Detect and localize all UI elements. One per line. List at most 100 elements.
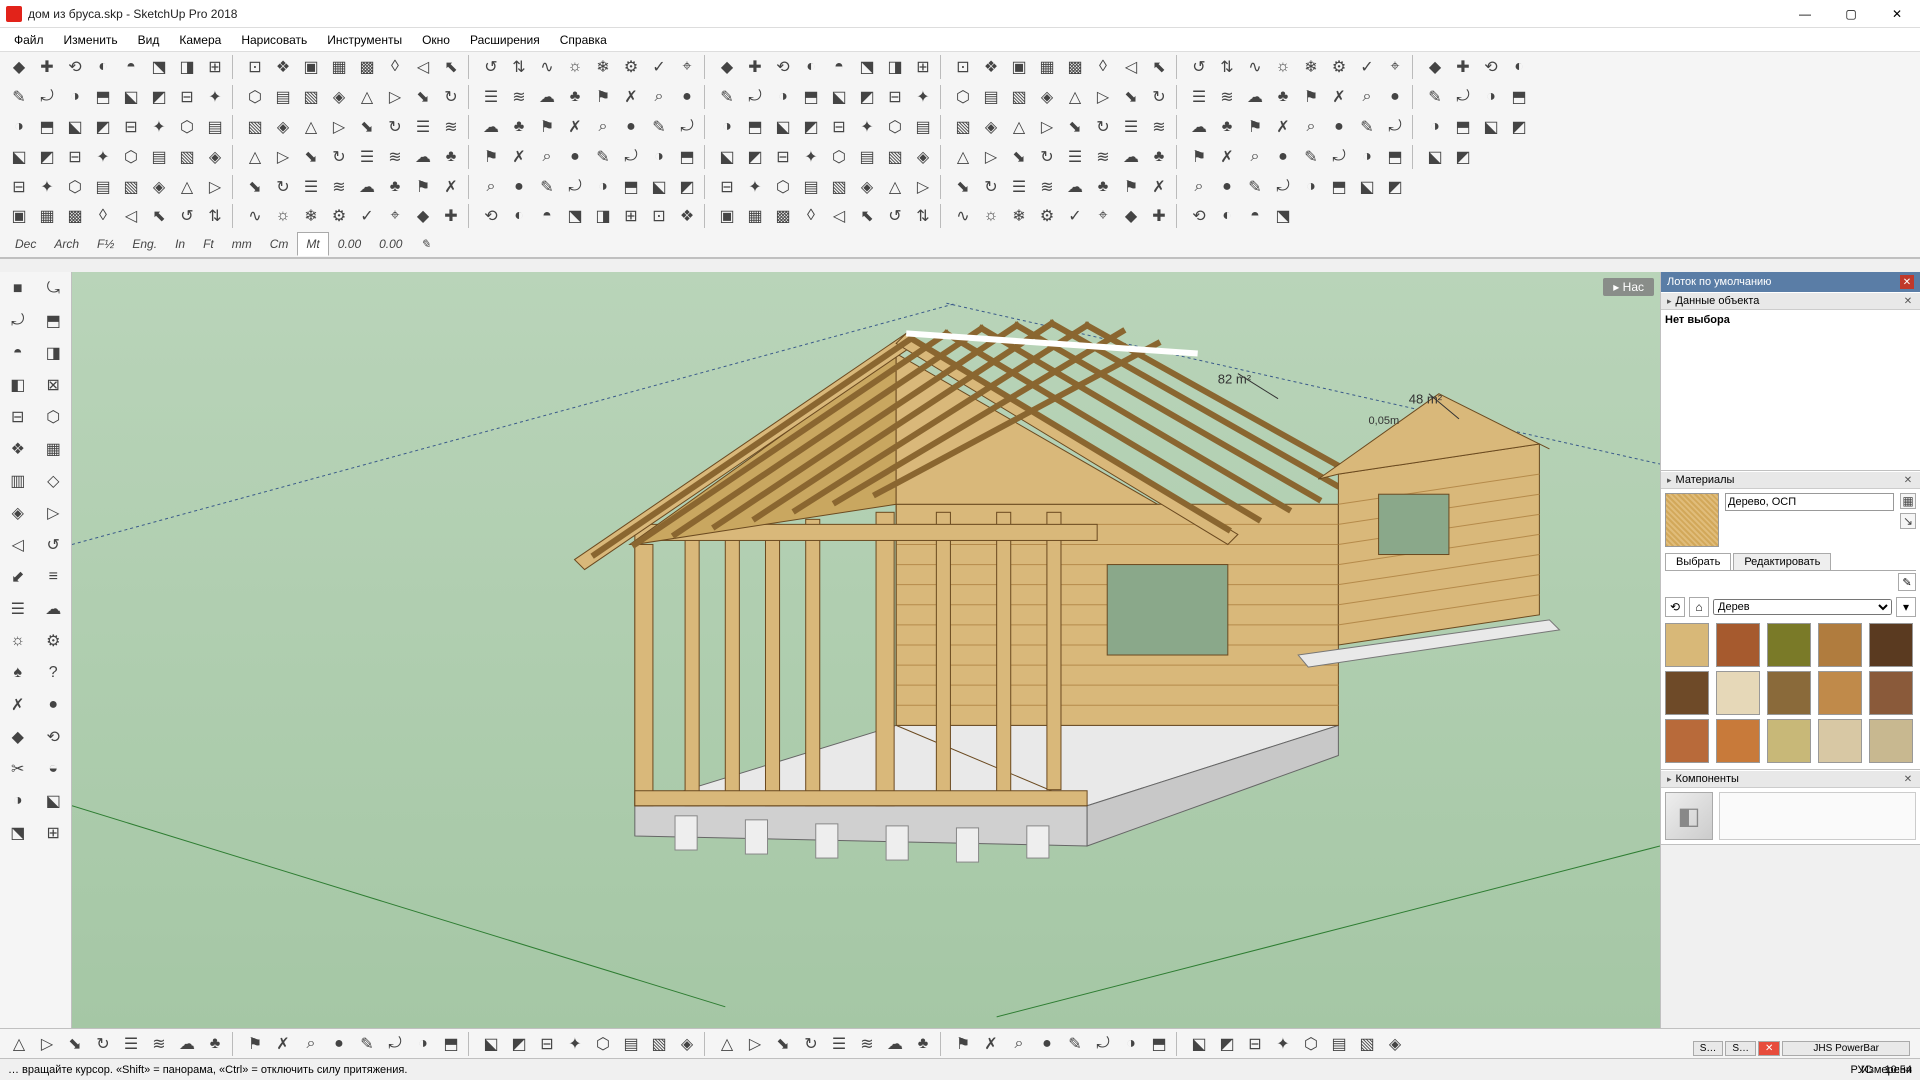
tool-button[interactable]: ◑	[6, 114, 32, 140]
panel-close-icon[interactable]: ✕	[1902, 474, 1914, 486]
tool-button[interactable]: ⤾	[1090, 1031, 1116, 1057]
tool-button[interactable]: ☰	[410, 114, 436, 140]
tool-button[interactable]: ⇅	[506, 54, 532, 80]
unit-tab[interactable]: Arch	[45, 232, 88, 256]
tool-button[interactable]: ◆	[714, 54, 740, 80]
tool-button[interactable]: ✓	[1062, 203, 1088, 229]
tool-button[interactable]: ⬊	[950, 174, 976, 200]
unit-tab[interactable]: 0.00	[370, 232, 411, 256]
menu-вид[interactable]: Вид	[128, 31, 170, 49]
tool-button[interactable]: ⬒	[90, 84, 116, 110]
tool-button[interactable]: ✎	[714, 84, 740, 110]
panel-close-icon[interactable]: ✕	[1902, 773, 1914, 785]
tool-button[interactable]: ◈	[1382, 1031, 1408, 1057]
material-swatch[interactable]	[1767, 719, 1811, 763]
menu-изменить[interactable]: Изменить	[54, 31, 128, 49]
tool-button[interactable]: ⊡	[950, 54, 976, 80]
tool-button[interactable]: ⬒	[1506, 84, 1532, 110]
tool-button[interactable]: ⚑	[478, 144, 504, 170]
tool-button[interactable]: ⬒	[438, 1031, 464, 1057]
tool-button[interactable]: △	[242, 144, 268, 170]
tool-button[interactable]: ◩	[1214, 1031, 1240, 1057]
mini-tab-close[interactable]: ✕	[1758, 1041, 1780, 1056]
tool-button[interactable]: ⚑	[950, 1031, 976, 1057]
tool-button[interactable]: ⬒	[674, 144, 700, 170]
tool-button[interactable]: ☼	[1270, 54, 1296, 80]
tool-button[interactable]: ⚙	[618, 54, 644, 80]
tool-button[interactable]: ☁	[174, 1031, 200, 1057]
tool-button[interactable]: ✦	[34, 174, 60, 200]
side-tool-button[interactable]: ■	[3, 274, 33, 304]
tool-button[interactable]: ◁	[410, 54, 436, 80]
tool-button[interactable]: ⌖	[382, 203, 408, 229]
tool-button[interactable]: ✚	[1450, 54, 1476, 80]
tool-button[interactable]: ●	[1034, 1031, 1060, 1057]
tool-button[interactable]: ☰	[1118, 114, 1144, 140]
tool-button[interactable]: ✚	[1146, 203, 1172, 229]
tool-button[interactable]: ⌕	[478, 174, 504, 200]
tool-button[interactable]: ✚	[438, 203, 464, 229]
side-tool-button[interactable]: ✂	[3, 754, 33, 784]
unit-tab[interactable]: Cm	[261, 232, 298, 256]
tool-button[interactable]: ⚑	[590, 84, 616, 110]
tool-button[interactable]: ⤾	[382, 1031, 408, 1057]
tool-button[interactable]: △	[6, 1031, 32, 1057]
tool-button[interactable]: ↻	[90, 1031, 116, 1057]
tool-button[interactable]: ⬡	[590, 1031, 616, 1057]
tool-button[interactable]: ⤾	[1270, 174, 1296, 200]
tool-button[interactable]: ▷	[1034, 114, 1060, 140]
tool-button[interactable]: ⚙	[1326, 54, 1352, 80]
tool-button[interactable]: ⬒	[798, 84, 824, 110]
tool-button[interactable]: ▷	[910, 174, 936, 200]
tool-button[interactable]: ☁	[1242, 84, 1268, 110]
material-swatch[interactable]	[1716, 671, 1760, 715]
tool-button[interactable]: ▤	[270, 84, 296, 110]
side-tool-button[interactable]: ✗	[3, 690, 33, 720]
tool-button[interactable]: ✎	[1422, 84, 1448, 110]
tool-button[interactable]: ⊟	[1242, 1031, 1268, 1057]
menu-нарисовать[interactable]: Нарисовать	[231, 31, 317, 49]
menu-инструменты[interactable]: Инструменты	[317, 31, 412, 49]
tool-button[interactable]: ⟲	[62, 54, 88, 80]
tool-button[interactable]: ⬕	[1422, 144, 1448, 170]
tool-button[interactable]: ✎	[1242, 174, 1268, 200]
tool-button[interactable]: ⌕	[1186, 174, 1212, 200]
tool-button[interactable]: ▣	[6, 203, 32, 229]
tool-button[interactable]: ✗	[618, 84, 644, 110]
tool-button[interactable]: ⬊	[242, 174, 268, 200]
tool-button[interactable]: ≋	[438, 114, 464, 140]
menu-окно[interactable]: Окно	[412, 31, 460, 49]
tool-button[interactable]: ▤	[618, 1031, 644, 1057]
tool-button[interactable]: ◁	[1118, 54, 1144, 80]
tool-button[interactable]: ⚑	[410, 174, 436, 200]
tool-button[interactable]: △	[882, 174, 908, 200]
tool-button[interactable]: ▷	[742, 1031, 768, 1057]
tool-button[interactable]: ⬡	[62, 174, 88, 200]
tool-button[interactable]: ⬕	[62, 114, 88, 140]
tool-button[interactable]: ☰	[1186, 84, 1212, 110]
material-name-input[interactable]	[1725, 493, 1894, 511]
tool-button[interactable]: ∿	[242, 203, 268, 229]
tool-button[interactable]: ⚑	[1118, 174, 1144, 200]
tool-button[interactable]: ⊟	[6, 174, 32, 200]
side-tool-button[interactable]: ▷	[38, 498, 68, 528]
tray-close-icon[interactable]: ✕	[1900, 275, 1914, 289]
tool-button[interactable]: ⤾	[562, 174, 588, 200]
side-tool-button[interactable]: ↺	[38, 530, 68, 560]
tool-button[interactable]: ⬕	[714, 144, 740, 170]
maximize-button[interactable]: ▢	[1828, 0, 1874, 28]
tool-button[interactable]: ⬔	[854, 54, 880, 80]
tool-button[interactable]: ♣	[1270, 84, 1296, 110]
entity-info-header[interactable]: ▸ Данные объекта ✕	[1661, 292, 1920, 310]
tool-button[interactable]: △	[174, 174, 200, 200]
tool-button[interactable]: ☰	[354, 144, 380, 170]
tool-button[interactable]: ◑	[1298, 174, 1324, 200]
tool-button[interactable]: ❖	[674, 203, 700, 229]
tool-button[interactable]: ▧	[1354, 1031, 1380, 1057]
side-tool-button[interactable]: ◈	[3, 498, 33, 528]
tool-button[interactable]: ☰	[1062, 144, 1088, 170]
minimize-button[interactable]: —	[1782, 0, 1828, 28]
tool-button[interactable]: ▧	[174, 144, 200, 170]
materials-header[interactable]: ▸ Материалы ✕	[1661, 471, 1920, 489]
tool-button[interactable]: ◊	[1090, 54, 1116, 80]
